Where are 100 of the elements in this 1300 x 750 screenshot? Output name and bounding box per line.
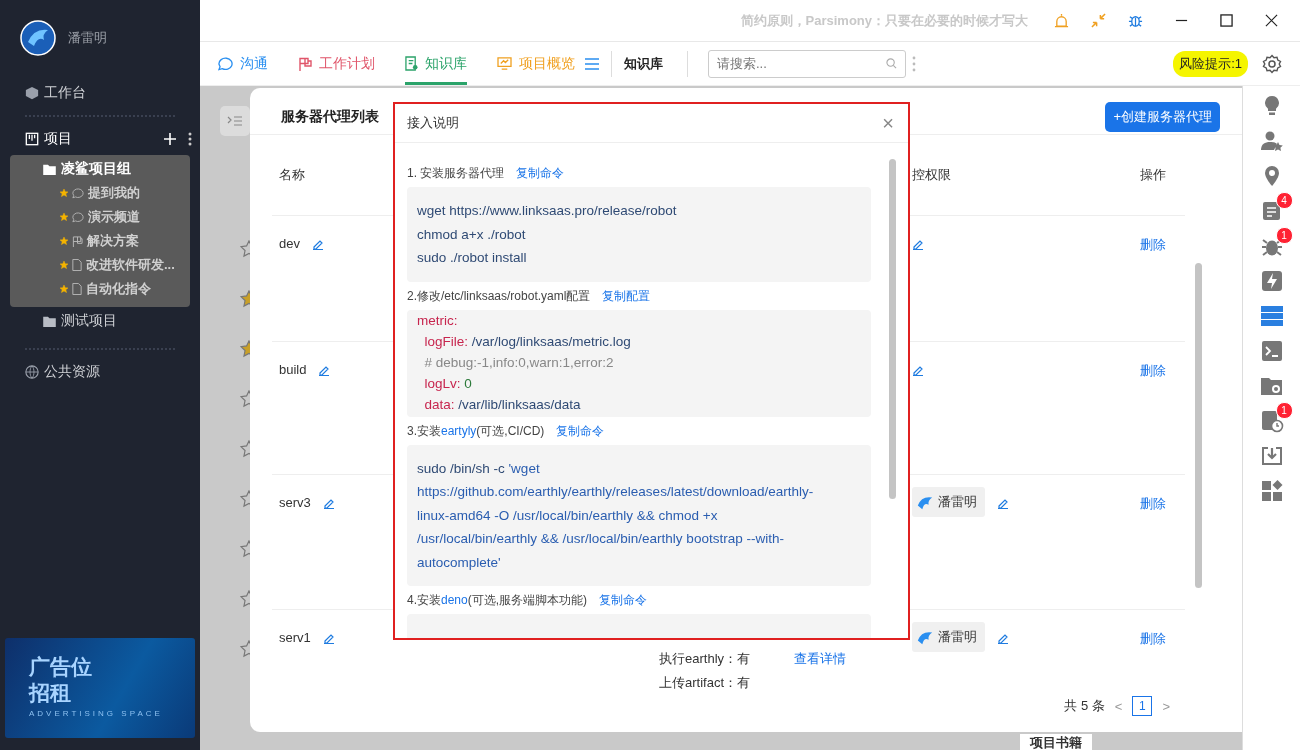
avatar-icon[interactable] [20,20,56,56]
channel-item[interactable]: 解决方案 [87,232,139,250]
ad-subtitle: ADVERTISING SPACE [29,709,164,718]
tab[interactable]: 沟通 [218,42,268,85]
scrollbar[interactable] [1195,263,1202,588]
ad-banner[interactable]: 广告位 招租 ADVERTISING SPACE [5,638,195,738]
book-icon [405,56,418,71]
scrollbar[interactable] [889,159,896,499]
flag-icon [298,56,312,71]
add-icon[interactable] [164,133,176,145]
table-cell: dev [279,236,300,251]
more-icon[interactable] [188,132,192,146]
tool-link[interactable]: deno [441,593,468,607]
document-icon [72,259,82,271]
tool-link[interactable]: eartyly [441,423,477,438]
copy-link[interactable]: 复制命令 [516,165,565,182]
board-icon [25,132,39,146]
ad-title: 招租 [29,680,72,706]
star-icon[interactable] [60,189,68,197]
close-button[interactable]: × [882,111,894,135]
workbench-link[interactable]: 工作台 [0,80,200,106]
step-title: 1. 安装服务器代理 [407,165,505,182]
doc-clock-icon[interactable] [1259,409,1284,433]
star-icon[interactable] [60,285,68,293]
delete-link[interactable]: 删除 [1140,362,1166,380]
table-cell: 执行earthly：有 [659,650,751,668]
column-header: 控权限 [911,166,951,184]
server-icon[interactable] [1259,304,1284,328]
total-count: 共 5 条 [1064,697,1105,715]
user-star-icon[interactable] [1259,129,1284,153]
count-badge: 4 [1275,192,1293,209]
owner-chip: 潘雷明 [912,622,985,652]
edit-icon[interactable] [322,632,335,644]
prev-page-button[interactable]: < [1114,698,1123,714]
copy-link[interactable]: 复制命令 [599,592,648,609]
dialog-title: 接入说明 [407,114,459,132]
folder-icon [43,315,56,327]
close-icon[interactable] [1265,14,1278,27]
tab[interactable]: 工作计划 [298,42,375,85]
edit-icon[interactable] [997,497,1009,509]
next-page-button[interactable]: > [1162,698,1170,714]
copy-link[interactable]: 复制配置 [602,287,651,305]
star-icon[interactable] [60,237,68,245]
column-header: 名称 [278,166,305,184]
maximize-icon[interactable] [1220,14,1233,27]
count-badge: 1 [1275,402,1293,419]
edit-icon[interactable] [912,364,924,376]
table-cell: 上传artifact：有 [659,674,751,692]
menu-icon[interactable] [585,57,599,70]
channel-item[interactable]: 改进软件研发... [86,256,175,274]
star-icon[interactable] [60,261,68,269]
create-button[interactable]: +创建服务器代理 [1105,102,1220,132]
bug-icon[interactable] [1128,13,1143,28]
public-resources-link[interactable]: 公共资源 [0,359,200,385]
owner-chip: 潘雷明 [912,487,985,517]
chat-icon [72,211,84,223]
project-item[interactable]: 测试项目 [10,309,190,333]
code-block: sudo /bin/sh -c 'wget https://github.com/earthly/earthly/releases/latest/download/earthly- linux-amd64 -O /usr/local/bin/earthly && chmod +x /usr/local/bin/earthly && /usr/local/bin/earthly bootstrap --with- autocomplete' [407,444,871,586]
download-icon[interactable] [1259,444,1284,468]
shrink-icon[interactable] [1091,13,1106,28]
bolt-icon[interactable] [1259,269,1284,293]
folder-icon [43,163,56,175]
project-item[interactable]: 凌鲨项目组 [10,157,190,181]
user-name: 潘雷明 [68,29,107,47]
settings-icon[interactable] [1262,53,1282,74]
projects-link[interactable]: 项目 [0,126,152,152]
edit-icon[interactable] [997,632,1009,644]
table-cell: serv3 [279,495,311,510]
alarm-icon[interactable] [1054,13,1069,28]
copy-link[interactable]: 复制命令 [556,422,605,440]
channel-item[interactable]: 演示频道 [88,208,140,226]
apps-icon[interactable] [1259,479,1284,503]
risk-badge[interactable]: 风险提示:1 [1173,50,1248,77]
edit-icon[interactable] [318,364,331,376]
channel-item[interactable]: 提到我的 [88,184,140,202]
count-badge: 1 [1275,227,1293,244]
cube-icon [25,86,39,100]
chat-icon [218,56,233,71]
delete-link[interactable]: 删除 [1140,495,1166,513]
breadcrumb: 知识库 [611,50,688,77]
search-field[interactable]: 请搜索... [708,49,906,78]
edit-icon[interactable] [912,238,924,250]
star-icon[interactable] [60,213,68,221]
page-button[interactable]: 1 [1132,696,1153,716]
delete-link[interactable]: 删除 [1140,236,1166,254]
code-block: metric: logFile: /var/log/linksaas/metric.log # debug:-1,info:0,warn:1,error:2 logLv: 0 data: /var/lib/linksaas/data [407,309,871,417]
chat-icon [72,187,84,199]
details-link[interactable]: 查看详情 [794,650,847,668]
step-title: 3.安装eartyly(可选,CI/CD) [407,422,545,440]
step-title: 4.安装deno(可选,服务端脚本功能) [407,592,588,609]
ad-title: 广告位 [29,654,93,680]
column-header: 操作 [1139,166,1166,184]
edit-icon[interactable] [322,497,335,509]
delete-link[interactable]: 删除 [1140,630,1166,648]
channel-item[interactable]: 自动化指令 [86,280,151,298]
edit-icon[interactable] [311,238,324,250]
panel-title: 服务器代理列表 [281,108,379,126]
flag-icon [72,235,83,247]
code-block: wget https://www.linksaas.pro/release/robot chmod a+x ./robot sudo ./robot install [407,187,871,282]
terminal-icon[interactable] [1259,339,1284,363]
